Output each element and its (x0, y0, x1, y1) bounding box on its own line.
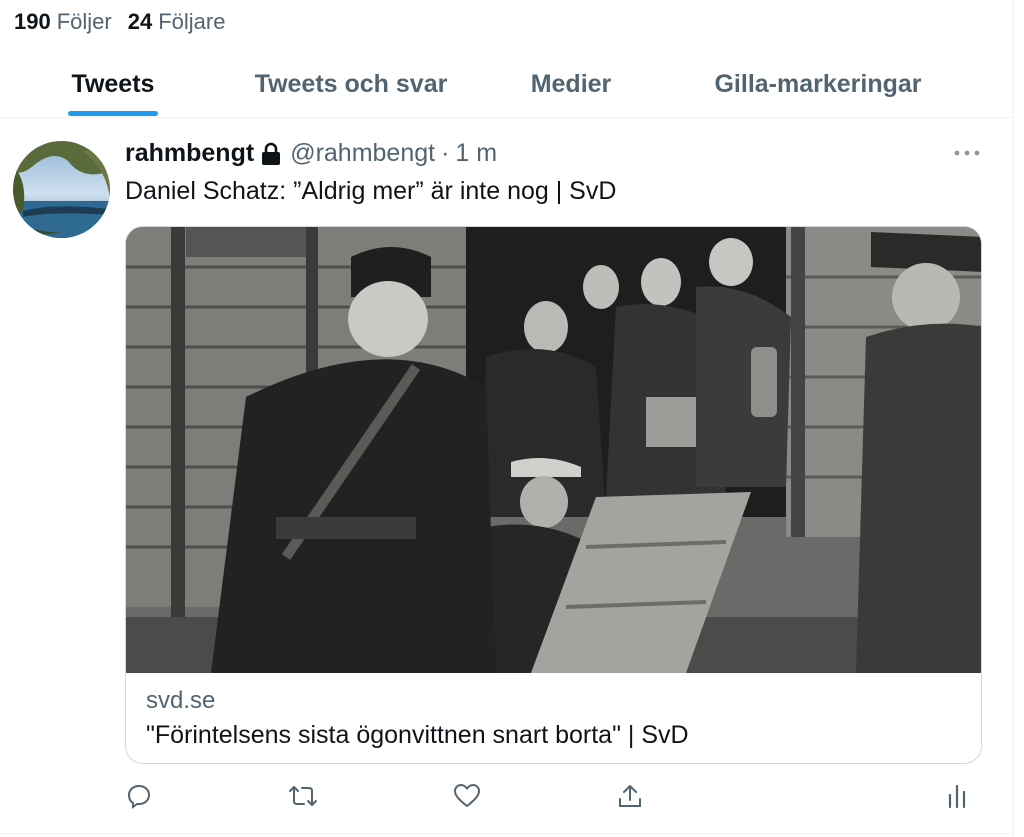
heart-icon[interactable] (450, 779, 484, 813)
follow-stats: 190 Följer 24 Följare (14, 9, 225, 35)
link-card[interactable]: svd.se "Förintelsens sista ögonvittnen s… (125, 226, 982, 764)
tweet-divider (0, 833, 1014, 834)
profile-tabs: Tweets Tweets och svar Medier Gilla-mark… (0, 50, 1014, 118)
tweet-actions (0, 779, 1014, 819)
lock-icon (260, 142, 282, 166)
tweet[interactable]: rahmbengt @rahmbengt · 1 m Daniel Schatz… (0, 119, 1014, 837)
tab-tweets-and-replies[interactable]: Tweets och svar (250, 50, 452, 118)
followers-label: Följare (158, 9, 226, 34)
tab-label: Medier (530, 69, 612, 98)
reply-icon[interactable] (122, 779, 156, 813)
tab-tweets[interactable]: Tweets (68, 50, 158, 118)
separator: · (441, 139, 450, 167)
share-icon[interactable] (613, 779, 647, 813)
avatar-image (13, 141, 110, 238)
retweet-icon[interactable] (286, 779, 320, 813)
tab-media[interactable]: Medier (526, 50, 616, 118)
followers-count: 24 (127, 9, 153, 34)
following-label: Följer (56, 9, 112, 34)
tweet-text: Daniel Schatz: ”Aldrig mer” är inte nog … (125, 177, 617, 205)
avatar[interactable] (13, 141, 110, 238)
tweet-header: rahmbengt @rahmbengt · 1 m (125, 139, 497, 168)
following-link[interactable]: 190 Följer (14, 9, 112, 35)
following-count: 190 (14, 9, 51, 34)
card-title: "Förintelsens sista ögonvittnen snart bo… (146, 721, 689, 749)
tab-label: Tweets och svar (254, 69, 448, 98)
handle[interactable]: @rahmbengt (290, 139, 435, 168)
followers-link[interactable]: 24 Följare (128, 9, 226, 35)
tab-likes[interactable]: Gilla-markeringar (708, 50, 928, 118)
card-image (126, 227, 981, 673)
display-name[interactable]: rahmbengt (125, 139, 254, 168)
profile-timeline: 190 Följer 24 Följare Tweets Tweets och … (0, 0, 1014, 837)
active-tab-indicator (68, 111, 158, 116)
more-icon[interactable] (950, 141, 984, 165)
tweet-meta: @rahmbengt · 1 m (290, 139, 497, 168)
tab-label: Gilla-markeringar (714, 69, 922, 98)
tab-label: Tweets (71, 69, 155, 98)
analytics-icon[interactable] (940, 779, 974, 813)
card-domain: svd.se (146, 687, 216, 714)
timestamp[interactable]: 1 m (455, 139, 497, 168)
